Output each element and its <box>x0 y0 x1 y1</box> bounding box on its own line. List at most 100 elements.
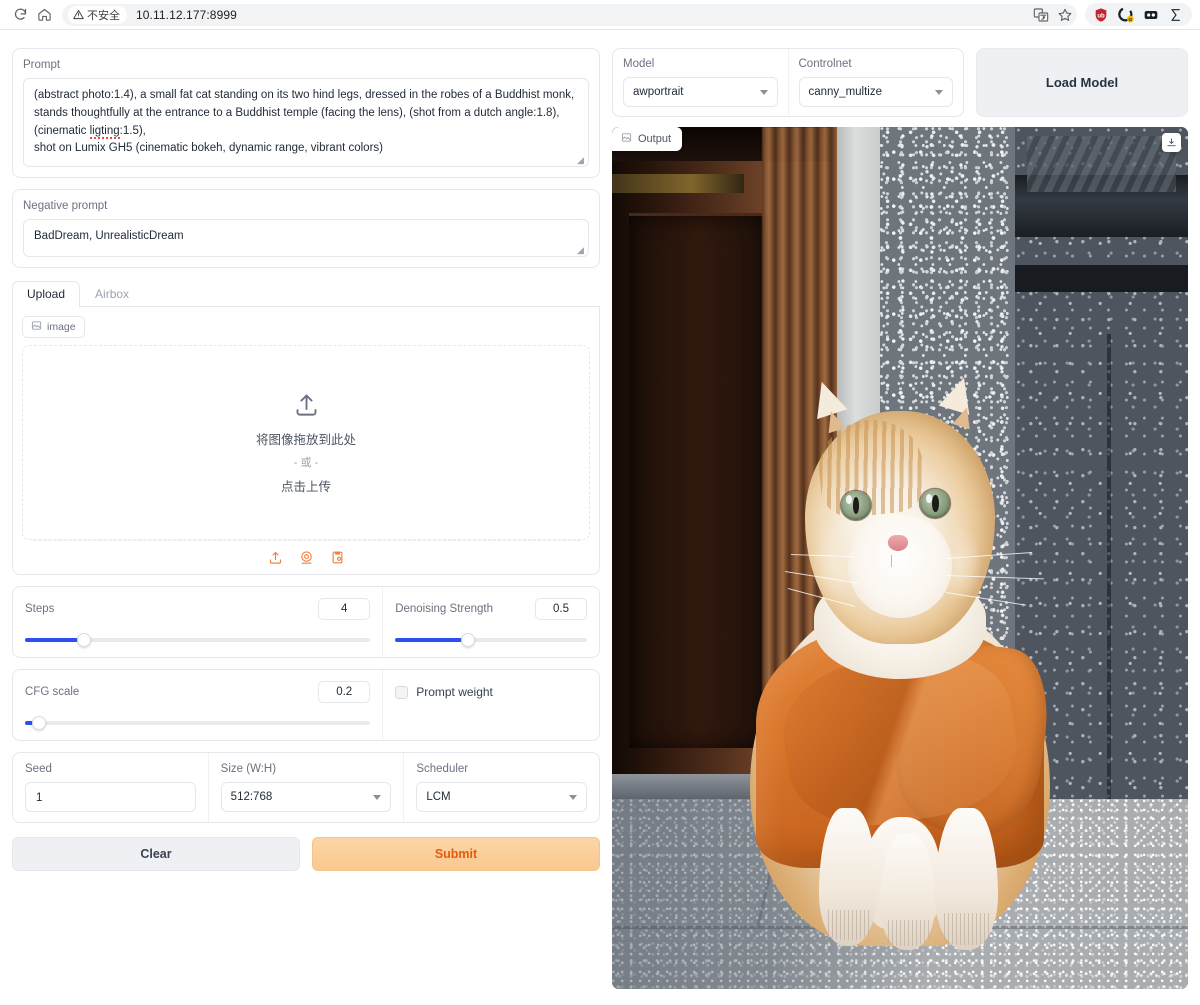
ublock-origin-icon[interactable]: ub <box>1093 7 1109 23</box>
controlnet-control: Controlnet canny_multize <box>787 49 964 116</box>
seed-input[interactable]: 1 <box>25 782 196 813</box>
prompt-text-c: shot on Lumix GH5 (cinematic bokeh, dyna… <box>34 142 383 155</box>
resize-grip-icon[interactable]: ◢ <box>577 156 586 165</box>
seed-control: Seed 1 <box>13 753 208 822</box>
steps-value-input[interactable]: 4 <box>318 598 371 621</box>
denoising-control: Denoising Strength 0.5 <box>382 587 599 658</box>
seed-label: Seed <box>25 763 52 776</box>
controlnet-select[interactable]: canny_multize <box>798 77 953 107</box>
denoising-slider-thumb[interactable] <box>461 633 476 648</box>
scheduler-select[interactable]: LCM <box>416 782 588 813</box>
upload-arrow-icon <box>293 391 320 423</box>
negative-prompt-input[interactable]: BadDream, UnrealisticDream ◢ <box>23 219 589 258</box>
translate-icon[interactable] <box>1033 7 1049 23</box>
cfg-slider[interactable] <box>25 716 371 731</box>
steps-slider-thumb[interactable] <box>76 633 91 648</box>
chevron-down-icon <box>759 89 768 95</box>
svg-text:G: G <box>1129 17 1133 22</box>
controlnet-select-value: canny_multize <box>808 86 883 98</box>
cat-figure <box>612 127 1188 989</box>
url-text: 10.11.12.177:8999 <box>136 7 237 22</box>
cat-eye-left <box>840 490 871 521</box>
extensions-toolbar: ub G <box>1085 3 1192 26</box>
tab-airbox[interactable]: Airbox <box>80 281 144 307</box>
negative-prompt-text: BadDream, UnrealisticDream <box>34 230 184 243</box>
chevron-down-icon <box>935 89 943 95</box>
prompt-weight-label: Prompt weight <box>416 685 493 700</box>
grammarly-icon[interactable]: G <box>1118 6 1134 23</box>
clear-button[interactable]: Clear <box>12 837 300 872</box>
denoising-value-input[interactable]: 0.5 <box>535 598 588 621</box>
scheduler-control: Scheduler LCM <box>403 753 599 823</box>
dropzone-or-text: - 或 - <box>293 456 319 469</box>
star-icon[interactable] <box>1057 7 1073 23</box>
browser-toolbar: 不安全 10.11.12.177:8999 ub G <box>0 0 1200 30</box>
extension-dark-icon[interactable] <box>1143 7 1159 23</box>
cfg-label: CFG scale <box>25 686 80 699</box>
settings-row: Seed 1 Size (W:H) 512:768 Scheduler LCM <box>12 752 600 824</box>
scheduler-select-value: LCM <box>426 791 451 804</box>
load-model-button[interactable]: Load Model <box>976 48 1188 117</box>
cfg-control: CFG scale 0.2 <box>13 670 382 740</box>
upload-panel: image 将图像拖放到此处 - 或 - 点击上传 <box>12 307 600 576</box>
dropzone-drag-text: 将图像拖放到此处 <box>255 432 356 447</box>
insecure-badge[interactable]: 不安全 <box>68 5 127 24</box>
controlnet-label: Controlnet <box>798 58 852 70</box>
address-bar[interactable]: 不安全 10.11.12.177:8999 <box>62 3 1077 26</box>
steps-slider-fill <box>25 638 84 643</box>
prompt-block: Prompt (abstract photo:1.4), a small fat… <box>12 48 600 179</box>
image-icon <box>31 320 42 334</box>
resize-grip-icon[interactable]: ◢ <box>577 246 586 255</box>
prompt-weight-checkbox[interactable] <box>395 685 409 699</box>
image-chip-label: image <box>47 321 76 334</box>
steps-label: Steps <box>25 603 55 616</box>
chevron-down-icon <box>569 794 578 800</box>
model-control: Model awportrait <box>613 49 788 116</box>
scheduler-label: Scheduler <box>416 763 469 776</box>
denoising-slider-fill <box>395 638 469 643</box>
prompt-misspelled-word: ligting <box>89 124 120 139</box>
image-chip: image <box>22 316 85 339</box>
cat-muzzle <box>848 514 952 619</box>
steps-slider[interactable] <box>25 633 371 648</box>
model-select-value: awportrait <box>633 86 684 98</box>
paste-clipboard-icon[interactable] <box>330 550 345 565</box>
cat-paw-right <box>934 807 998 951</box>
prompt-weight-control: Prompt weight <box>382 670 599 741</box>
output-image-panel: Output <box>612 127 1188 989</box>
model-row: Model awportrait Controlnet canny_multiz… <box>612 48 1188 117</box>
model-label: Model <box>623 58 655 70</box>
prompt-text-b: :1.5), <box>119 124 146 137</box>
action-buttons: Clear Submit <box>12 837 600 872</box>
image-dropzone[interactable]: 将图像拖放到此处 - 或 - 点击上传 <box>22 345 590 541</box>
webcam-icon[interactable] <box>299 550 314 565</box>
dropzone-click-text: 点击上传 <box>280 479 331 494</box>
output-column: Model awportrait Controlnet canny_multiz… <box>612 48 1188 1005</box>
prompt-input[interactable]: (abstract photo:1.4), a small fat cat st… <box>23 78 589 168</box>
upload-icon[interactable] <box>268 550 283 565</box>
prompt-label: Prompt <box>23 59 61 71</box>
cfg-slider-thumb[interactable] <box>31 716 46 731</box>
size-select[interactable]: 512:768 <box>220 782 392 813</box>
controls-column: Prompt (abstract photo:1.4), a small fat… <box>12 48 600 1005</box>
svg-text:ub: ub <box>1097 13 1105 19</box>
submit-button[interactable]: Submit <box>312 837 600 872</box>
model-select[interactable]: awportrait <box>623 77 778 107</box>
size-select-value: 512:768 <box>230 791 273 804</box>
output-chip: Output <box>612 127 683 151</box>
cfg-value-input[interactable]: 0.2 <box>318 681 371 704</box>
tab-list: Upload Airbox <box>12 279 600 308</box>
negative-prompt-block: Negative prompt BadDream, UnrealisticDre… <box>12 189 600 269</box>
denoising-slider[interactable] <box>395 633 588 648</box>
tab-upload[interactable]: Upload <box>12 281 81 308</box>
model-block: Model awportrait Controlnet canny_multiz… <box>612 48 964 117</box>
extension-sigma-icon[interactable] <box>1168 7 1184 23</box>
home-icon[interactable] <box>32 3 56 27</box>
slider-row-2: CFG scale 0.2 Prompt weight <box>12 669 600 742</box>
app-root: Prompt (abstract photo:1.4), a small fat… <box>0 30 1200 1005</box>
cat-paw-left <box>819 807 877 946</box>
size-control: Size (W:H) 512:768 <box>207 753 404 823</box>
image-input-tabs: Upload Airbox image 将图像拖放到此处 - 或 - 点击上传 <box>12 279 600 576</box>
reload-icon[interactable] <box>8 3 32 27</box>
download-icon[interactable] <box>1162 133 1181 152</box>
